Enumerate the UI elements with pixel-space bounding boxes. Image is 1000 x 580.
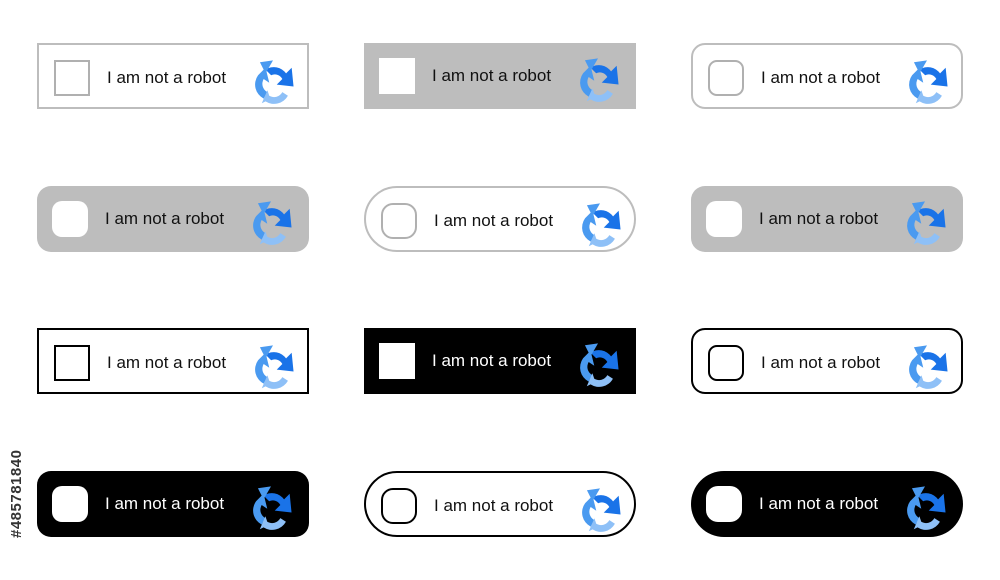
captcha-checkbox[interactable] [708, 60, 744, 96]
captcha-widget: I am not a robot [37, 186, 309, 252]
recaptcha-arrows-icon [580, 343, 619, 387]
captcha-label: I am not a robot [759, 209, 879, 228]
captcha-label: I am not a robot [432, 66, 552, 85]
captcha-widget: I am not a robot [37, 471, 309, 537]
captcha-checkbox[interactable] [706, 486, 742, 522]
stock-id-text: #485781840 [8, 449, 25, 538]
captcha-checkbox[interactable] [379, 343, 415, 379]
recaptcha-arrows-icon [253, 486, 292, 530]
captcha-checkbox[interactable] [52, 201, 88, 237]
captcha-widget: I am not a robot [691, 471, 963, 537]
captcha-widget: I am not a robot [691, 186, 963, 252]
captcha-checkbox[interactable] [381, 203, 417, 239]
captcha-widget: I am not a robot [364, 43, 636, 109]
recaptcha-arrows-icon [580, 58, 619, 102]
captcha-widget: I am not a robot [691, 43, 963, 109]
captcha-label: I am not a robot [759, 494, 879, 513]
captcha-checkbox[interactable] [54, 60, 90, 96]
captcha-widget: I am not a robot [364, 328, 636, 394]
recaptcha-arrows-icon [909, 60, 948, 104]
captcha-label: I am not a robot [761, 68, 881, 87]
captcha-checkbox[interactable] [52, 486, 88, 522]
captcha-checkbox[interactable] [708, 345, 744, 381]
captcha-label: I am not a robot [434, 496, 554, 515]
recaptcha-arrows-icon [255, 60, 294, 104]
captcha-checkbox[interactable] [379, 58, 415, 94]
captcha-widget: I am not a robot [691, 328, 963, 394]
captcha-checkbox[interactable] [381, 488, 417, 524]
captcha-label: I am not a robot [107, 353, 227, 372]
captcha-widget-grid: I am not a robot I am not a robot I am n… [0, 0, 1000, 580]
captcha-checkbox[interactable] [706, 201, 742, 237]
recaptcha-arrows-icon [909, 345, 948, 389]
recaptcha-arrows-icon [253, 201, 292, 245]
captcha-widget: I am not a robot [364, 471, 636, 537]
captcha-widget: I am not a robot [364, 186, 636, 252]
recaptcha-arrows-icon [907, 201, 946, 245]
captcha-label: I am not a robot [105, 209, 225, 228]
recaptcha-arrows-icon [582, 203, 621, 247]
recaptcha-arrows-icon [907, 486, 946, 530]
captcha-widget: I am not a robot [37, 43, 309, 109]
recaptcha-arrows-icon [582, 488, 621, 532]
captcha-label: I am not a robot [432, 351, 552, 370]
captcha-widget: I am not a robot [37, 328, 309, 394]
captcha-checkbox[interactable] [54, 345, 90, 381]
stock-id-label: #485781840 [6, 340, 26, 540]
captcha-label: I am not a robot [434, 211, 554, 230]
captcha-label: I am not a robot [107, 68, 227, 87]
captcha-label: I am not a robot [105, 494, 225, 513]
recaptcha-arrows-icon [255, 345, 294, 389]
captcha-label: I am not a robot [761, 353, 881, 372]
